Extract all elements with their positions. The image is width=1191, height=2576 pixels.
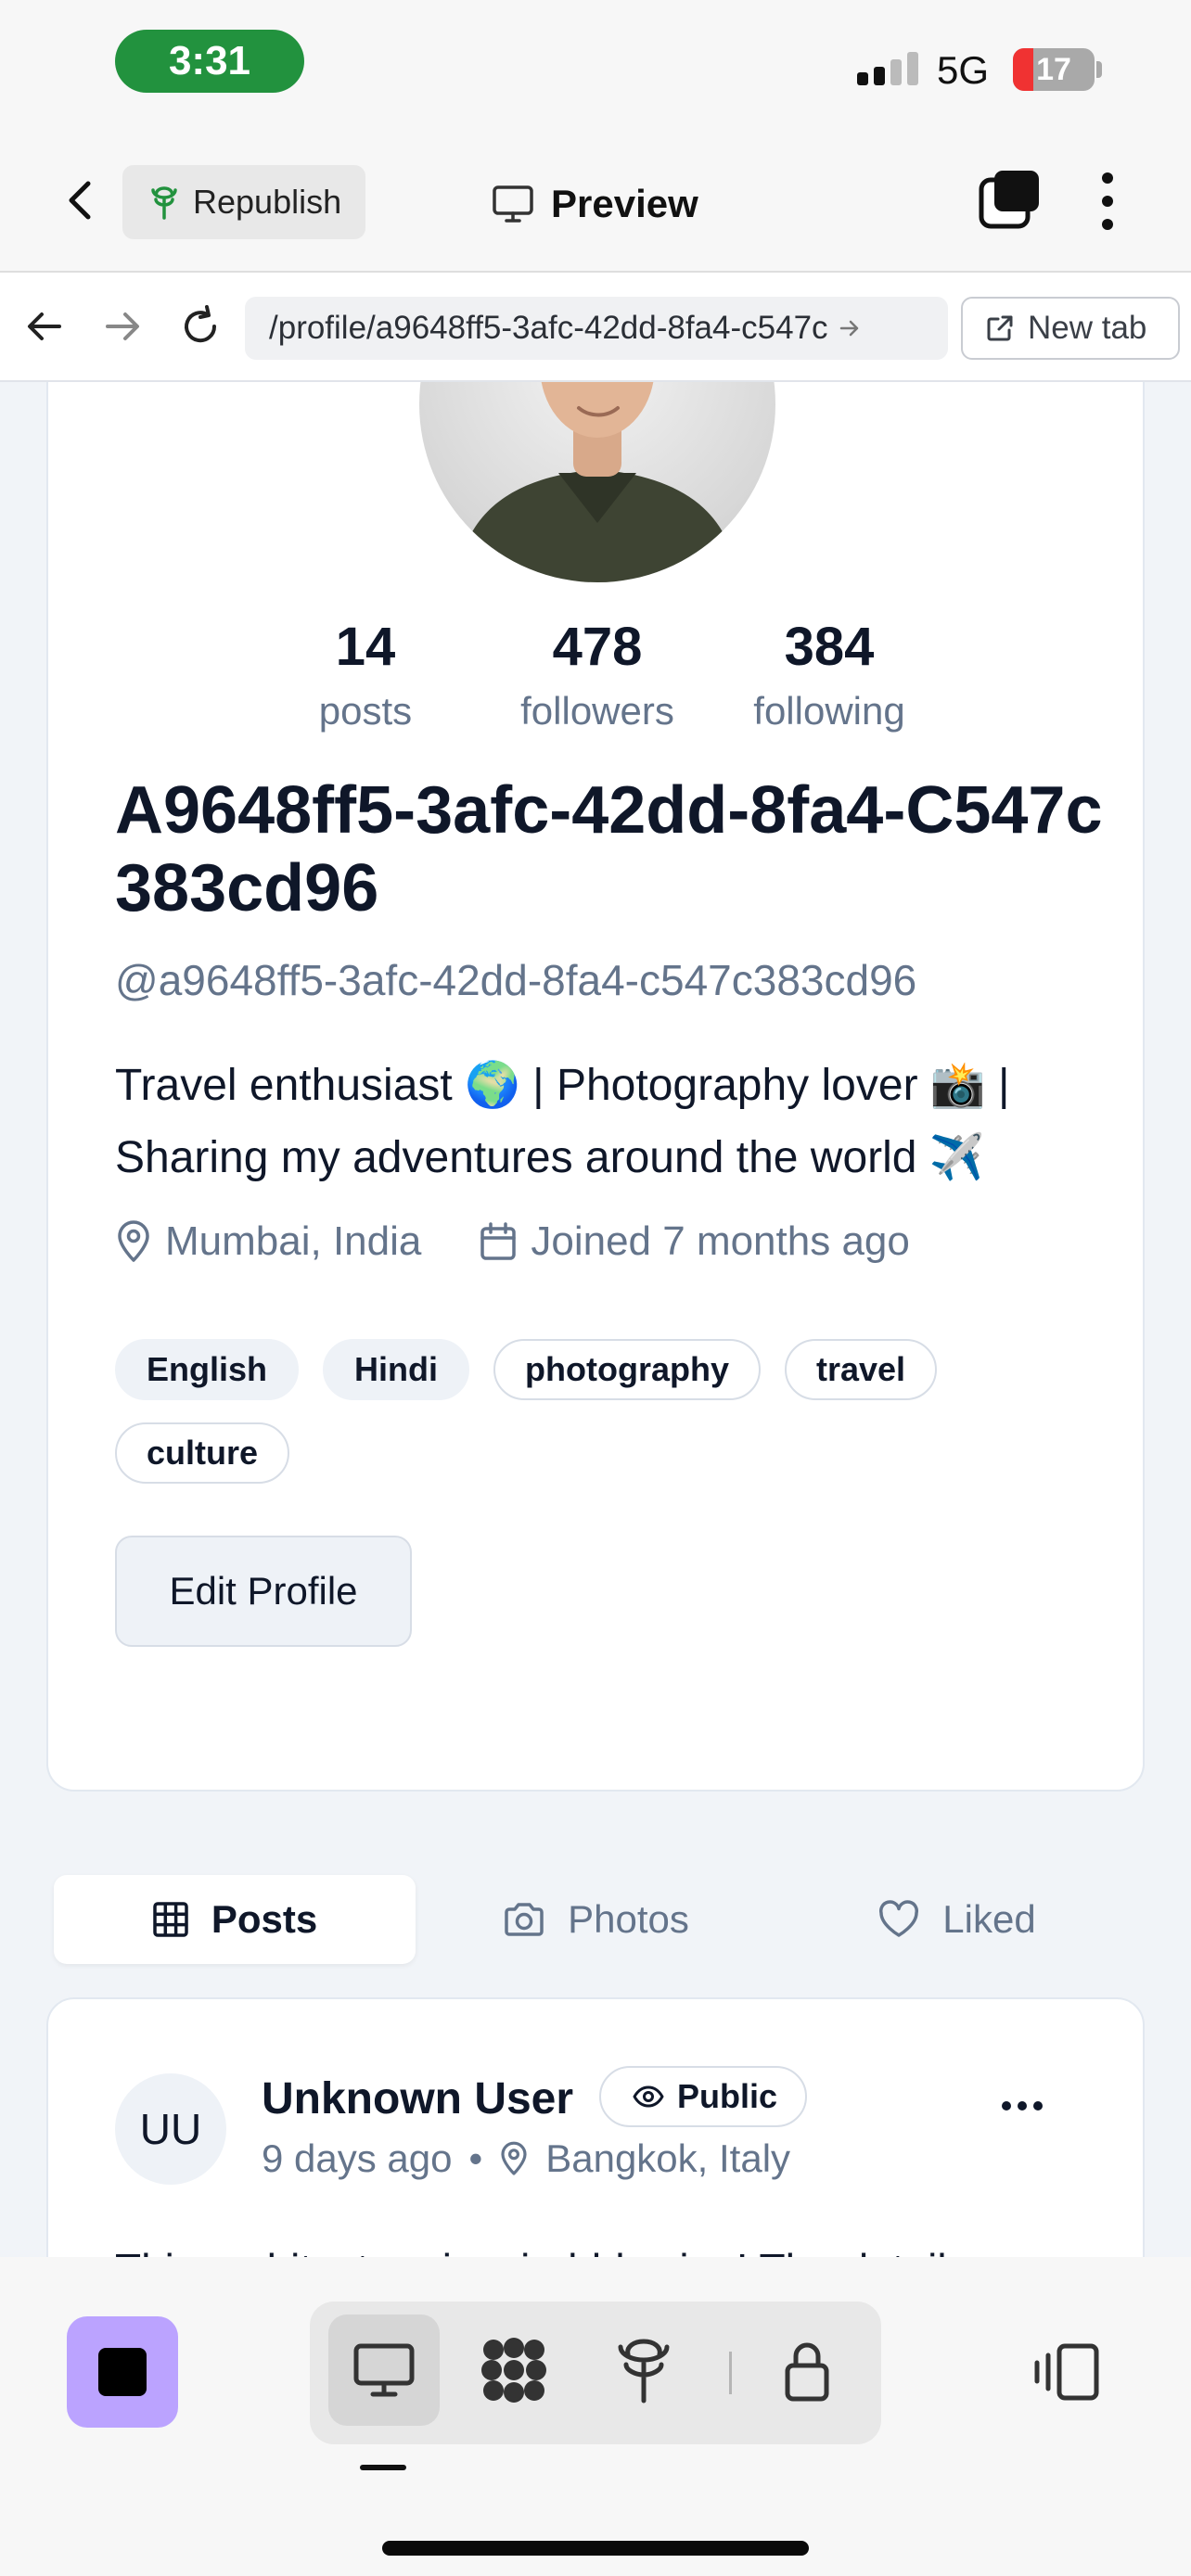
profile-joined: Joined 7 months ago (531, 1218, 910, 1264)
active-indicator (360, 2465, 406, 2470)
profile-tags: English Hindi photography travel culture (115, 1339, 1098, 1484)
status-time: 3:31 (115, 30, 304, 93)
stat-following[interactable]: 384 following (713, 616, 945, 733)
home-indicator[interactable] (382, 2541, 809, 2556)
stat-value: 14 (335, 617, 396, 677)
browser-back-icon[interactable] (19, 300, 70, 352)
profile-tabs: Posts Photos Liked (54, 1875, 1137, 1964)
stat-value: 478 (552, 617, 643, 677)
split-view-icon[interactable] (1031, 2337, 1102, 2407)
profile-bio: Travel enthusiast 🌍 | Photography lover … (115, 1061, 1010, 1182)
status-bar: 3:31 5G 17 (0, 0, 1191, 130)
browser-forward-icon[interactable] (96, 300, 148, 352)
profile-handle: @a9648ff5-3afc-42dd-8fa4-c547c383cd96 (115, 956, 917, 1004)
stat-value: 384 (784, 617, 875, 677)
map-pin-icon (501, 2141, 527, 2175)
monitor-icon (493, 185, 533, 223)
view-mode-switcher (310, 2302, 881, 2444)
calendar-icon (480, 1222, 517, 1260)
cellular-signal-icon (857, 52, 918, 85)
profile-card: 14 posts 478 followers 384 following A96… (46, 382, 1145, 1792)
go-arrow-icon (839, 320, 858, 337)
heart-icon (879, 1900, 919, 1937)
republish-label: Republish (193, 183, 342, 221)
tag-chip[interactable]: English (115, 1339, 300, 1400)
post-author-name[interactable]: Unknown User (262, 2073, 573, 2124)
post-location: Bangkok, Italy (545, 2136, 791, 2180)
post-meta: 9 days ago • Bangkok, Italy (262, 2136, 790, 2181)
meta-separator: • (468, 2136, 483, 2180)
profile-location: Mumbai, India (165, 1218, 422, 1264)
new-tab-button[interactable]: New tab (961, 297, 1180, 360)
chevron-left-icon (69, 181, 91, 220)
more-options-icon[interactable] (1098, 169, 1117, 234)
address-bar[interactable]: /profile/a9648ff5-3afc-42dd-8fa4-c547c (245, 297, 948, 360)
post-author-avatar[interactable]: UU (115, 2073, 226, 2185)
apps-view-button[interactable] (458, 2315, 570, 2426)
network-type: 5G (937, 48, 990, 92)
stat-followers[interactable]: 478 followers (481, 616, 713, 733)
tab-label: Photos (568, 1897, 689, 1941)
visibility-badge: Public (599, 2066, 808, 2127)
republish-tree-icon (151, 186, 177, 220)
profile-meta: Mumbai, India Joined 7 months ago (115, 1218, 910, 1265)
segment-divider (729, 2352, 732, 2394)
url-text: /profile/a9648ff5-3afc-42dd-8fa4-c547c (269, 310, 828, 346)
bottom-toolbar (0, 2257, 1191, 2576)
tab-label: Posts (211, 1897, 318, 1941)
monitor-icon (353, 2343, 415, 2397)
new-tab-label: New tab (1028, 310, 1147, 346)
tag-chip[interactable]: Hindi (323, 1339, 469, 1400)
stat-label: following (753, 689, 905, 733)
tab-label: Liked (942, 1897, 1036, 1941)
battery-percent: 17 (1036, 51, 1071, 87)
profile-stats: 14 posts 478 followers 384 following (48, 616, 1146, 733)
republish-button[interactable]: Republish (122, 165, 365, 239)
profile-avatar[interactable] (419, 382, 775, 582)
post-time: 9 days ago (262, 2136, 453, 2180)
battery-tip (1096, 61, 1102, 78)
battery-icon: 17 (1013, 48, 1095, 91)
stop-button[interactable] (67, 2316, 178, 2428)
publish-view-button[interactable] (588, 2315, 699, 2426)
page-content: 14 posts 478 followers 384 following A96… (0, 382, 1191, 2257)
desktop-view-button[interactable] (328, 2315, 440, 2426)
tag-chip[interactable]: photography (493, 1339, 761, 1400)
stat-label: posts (318, 689, 413, 733)
cluster-icon (481, 2338, 546, 2403)
preview-button[interactable]: Preview (492, 176, 698, 232)
camera-icon (505, 1903, 544, 1936)
tag-chip[interactable]: travel (784, 1339, 938, 1400)
grid-icon (153, 1902, 188, 1937)
visibility-label: Public (677, 2077, 778, 2115)
reload-icon[interactable] (174, 300, 226, 352)
stop-icon (98, 2348, 147, 2396)
profile-display-name: A9648ff5-3afc-42dd-8fa4-C547c383cd96 (115, 773, 1103, 925)
tab-posts[interactable]: Posts (54, 1875, 416, 1964)
back-button[interactable] (52, 172, 108, 228)
lock-icon (785, 2342, 829, 2402)
tab-liked[interactable]: Liked (776, 1875, 1137, 1964)
app-toolbar: Republish Preview (0, 130, 1191, 273)
tab-photos[interactable]: Photos (416, 1875, 776, 1964)
stat-label: followers (520, 689, 674, 733)
preview-label: Preview (551, 182, 698, 225)
edit-profile-button[interactable]: Edit Profile (115, 1536, 412, 1647)
private-view-button[interactable] (751, 2315, 863, 2426)
post-card: UU Unknown User Public 9 days ago • Bang… (46, 1997, 1145, 2257)
post-more-icon[interactable] (1002, 2101, 1043, 2116)
eye-icon (633, 2085, 664, 2108)
tree-icon (618, 2339, 670, 2404)
browser-bar: /profile/a9648ff5-3afc-42dd-8fa4-c547c N… (0, 273, 1191, 382)
post-text: This architecture is mind-blowing! The d… (115, 2244, 1117, 2257)
tabs-icon[interactable] (978, 167, 1043, 232)
tag-chip[interactable]: culture (115, 1422, 290, 1484)
map-pin-icon (118, 1220, 149, 1262)
stat-posts[interactable]: 14 posts (250, 616, 481, 733)
external-link-icon (987, 315, 1013, 341)
